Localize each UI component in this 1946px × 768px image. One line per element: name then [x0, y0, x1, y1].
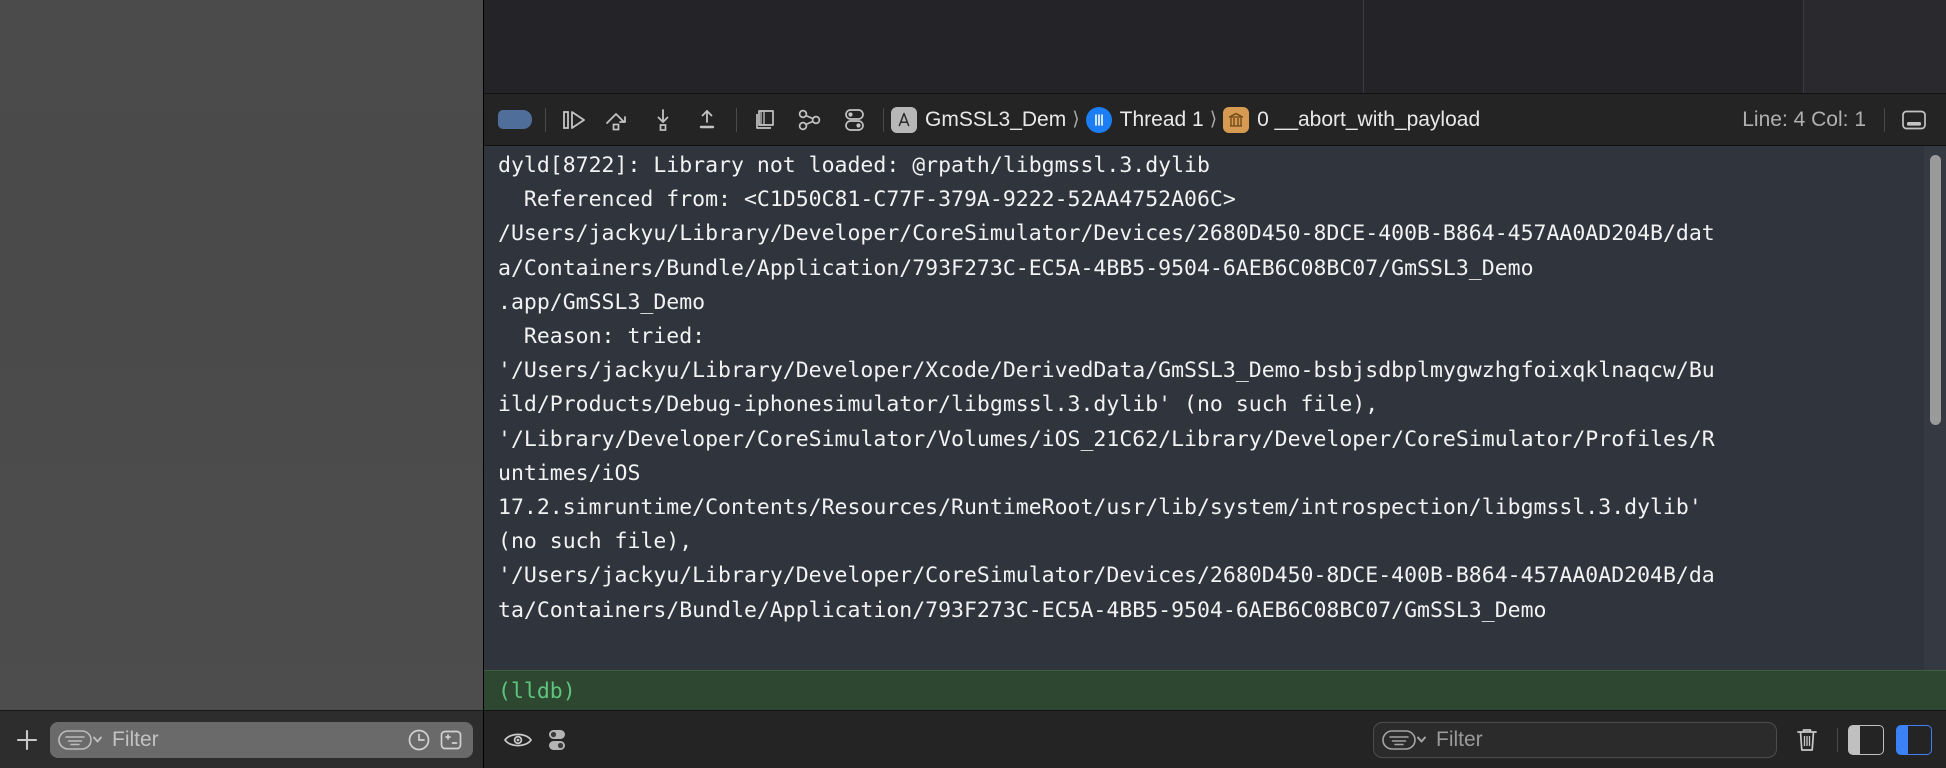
- debug-view-hierarchy-button[interactable]: [744, 100, 788, 140]
- inspector-pane: [1804, 0, 1946, 93]
- step-over-button[interactable]: [597, 100, 641, 140]
- navigator-filter-placeholder: Filter: [112, 727, 159, 751]
- toggles-icon[interactable]: [538, 721, 578, 759]
- breadcrumb-process-label: GmSSL3_Dem: [925, 107, 1067, 131]
- lldb-prompt-row[interactable]: (lldb): [484, 670, 1946, 711]
- environment-overrides-button[interactable]: [832, 100, 876, 140]
- add-icon[interactable]: [10, 723, 44, 757]
- xcode-app-icon: [891, 106, 917, 133]
- debug-memory-graph-button[interactable]: [788, 100, 832, 140]
- right-panel-toggle-icon[interactable]: [1896, 724, 1932, 755]
- toolbar-divider: [883, 107, 884, 132]
- trash-icon[interactable]: [1787, 721, 1827, 759]
- console-output-text: dyld[8722]: Library not loaded: @rpath/l…: [498, 153, 1715, 623]
- thread-icon: [1085, 106, 1112, 133]
- toggle-console-icon[interactable]: [1892, 100, 1936, 140]
- continue-button[interactable]: [553, 100, 597, 140]
- console-filter-input[interactable]: Filter: [1373, 721, 1777, 758]
- editor-area: [484, 0, 1946, 93]
- toolbar-divider: [736, 107, 737, 132]
- console-scrollbar-thumb[interactable]: [1930, 155, 1941, 425]
- left-panel-toggle-icon[interactable]: [1848, 724, 1884, 755]
- toolbar-divider: [1884, 107, 1885, 132]
- breadcrumb-thread[interactable]: Thread 1: [1085, 106, 1204, 133]
- editor-and-debug-pane: GmSSL3_Dem ⟩ Thread 1 ⟩ 0 __abort_with_p…: [484, 0, 1946, 768]
- recent-clock-icon[interactable]: [407, 728, 431, 752]
- toolbar-divider: [545, 107, 546, 132]
- breakpoints-toggle-button[interactable]: [498, 110, 532, 129]
- navigator-filter-input[interactable]: Filter: [50, 721, 473, 758]
- breadcrumb-frame-label: 0 __abort_with_payload: [1257, 107, 1481, 131]
- console-scrollbar[interactable]: [1924, 146, 1946, 670]
- filter-dropdown-icon[interactable]: [58, 729, 104, 751]
- filter-dropdown-icon[interactable]: [1382, 729, 1428, 751]
- navigator-pane: [0, 0, 483, 710]
- inspector-divider: [1803, 0, 1804, 93]
- step-out-button[interactable]: [685, 100, 729, 140]
- xcode-window: Filter GmSSL3_Dem ⟩ Thread 1 ⟩ 0 __abort…: [0, 0, 1946, 768]
- line-column-indicator: Line: 4 Col: 1: [1742, 107, 1866, 131]
- bottom-bar-divider: [1837, 727, 1838, 752]
- debug-toolbar: GmSSL3_Dem ⟩ Thread 1 ⟩ 0 __abort_with_p…: [484, 93, 1946, 146]
- breadcrumb-separator: ⟩: [1072, 109, 1080, 130]
- breadcrumb-process[interactable]: GmSSL3_Dem: [891, 106, 1067, 133]
- library-icon: [1223, 106, 1250, 133]
- console-filter-placeholder: Filter: [1436, 727, 1483, 751]
- show-only-changed-icon[interactable]: [439, 728, 463, 752]
- console-bottom-bar: Filter: [484, 710, 1946, 768]
- step-into-button[interactable]: [641, 100, 685, 140]
- eye-icon[interactable]: [498, 721, 538, 759]
- navigator-bottom-bar: Filter: [0, 710, 483, 768]
- breadcrumb-frame[interactable]: 0 __abort_with_payload: [1223, 106, 1481, 133]
- breadcrumb-thread-label: Thread 1: [1119, 107, 1204, 131]
- breadcrumb-separator: ⟩: [1209, 109, 1218, 130]
- lldb-prompt-text: (lldb): [498, 678, 576, 704]
- console-output-area[interactable]: dyld[8722]: Library not loaded: @rpath/l…: [484, 146, 1946, 670]
- editor-divider: [1363, 0, 1364, 93]
